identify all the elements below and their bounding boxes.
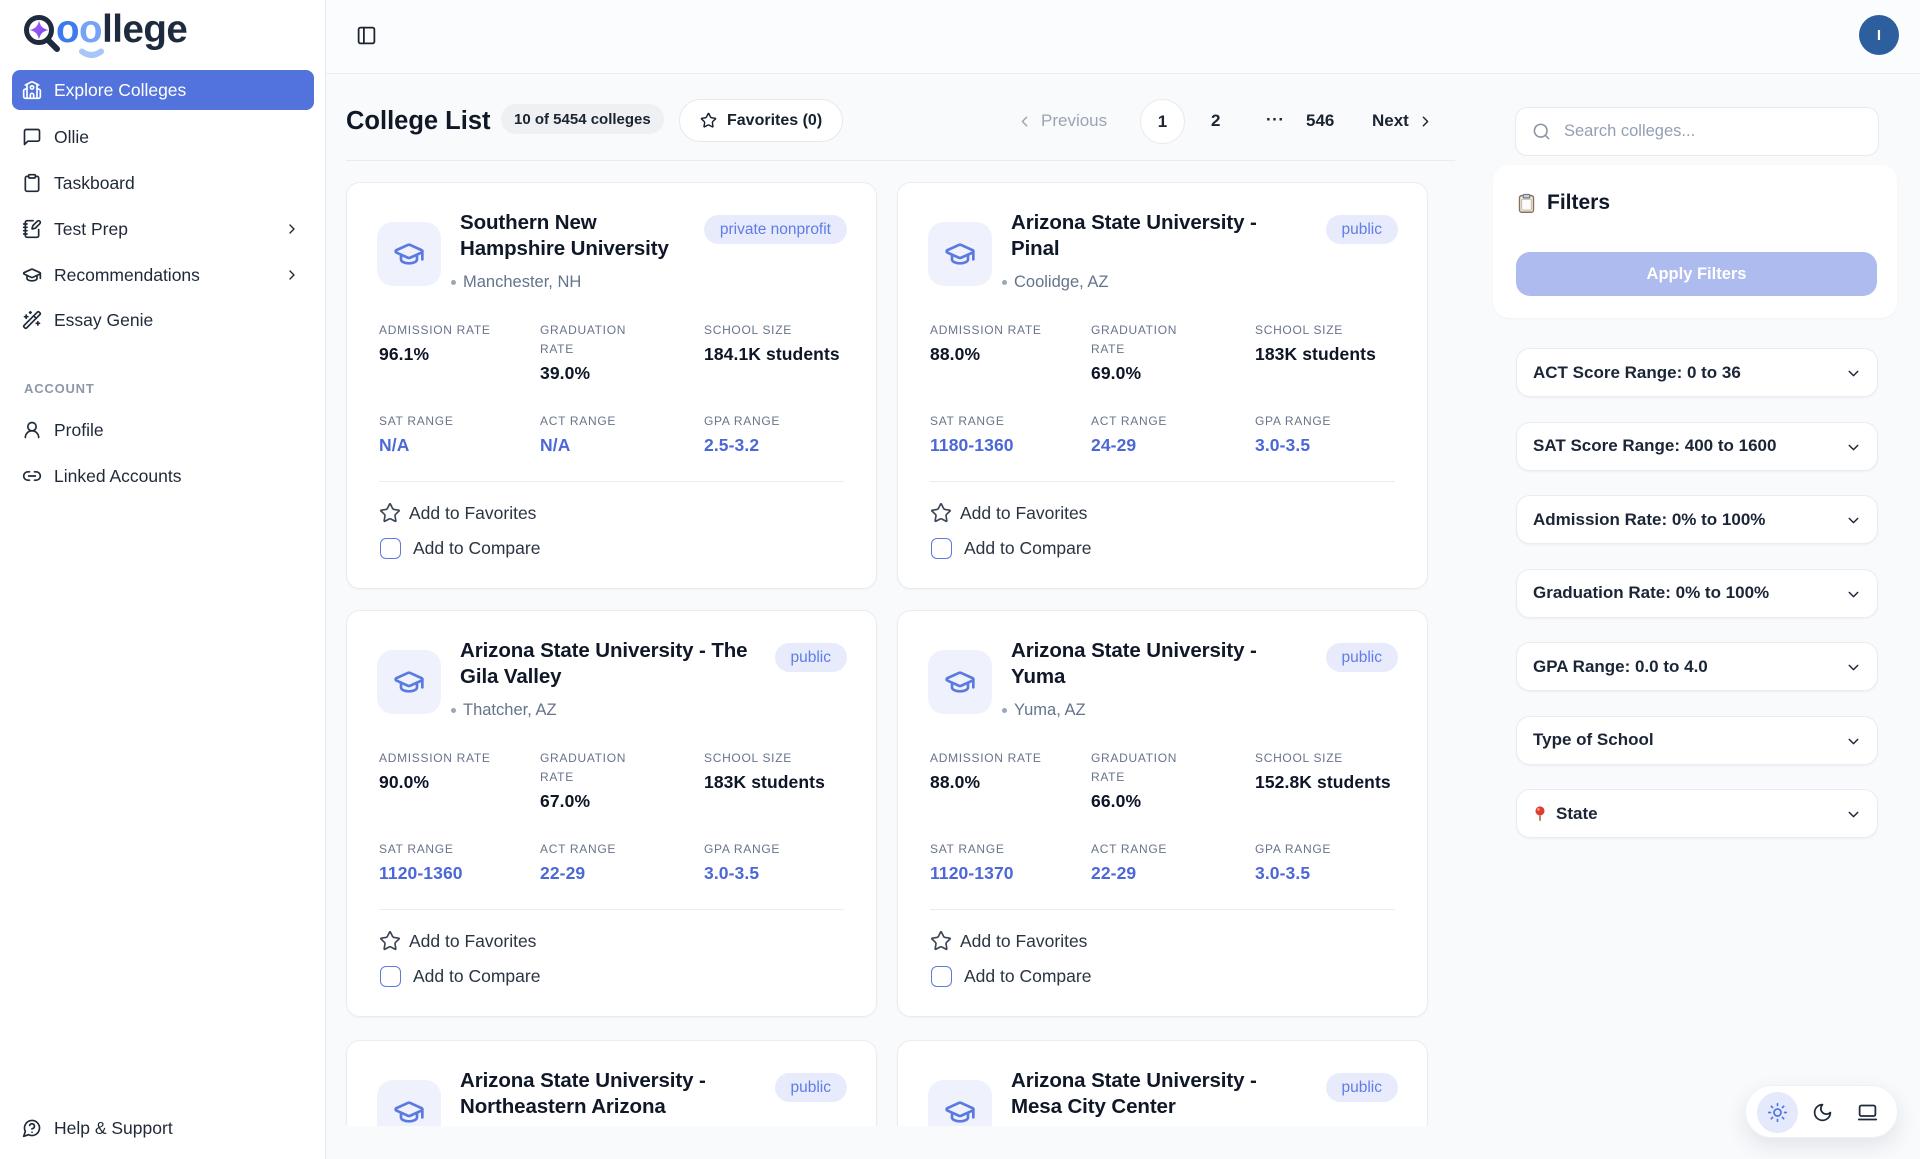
svg-text:oollege: oollege [56, 8, 187, 51]
